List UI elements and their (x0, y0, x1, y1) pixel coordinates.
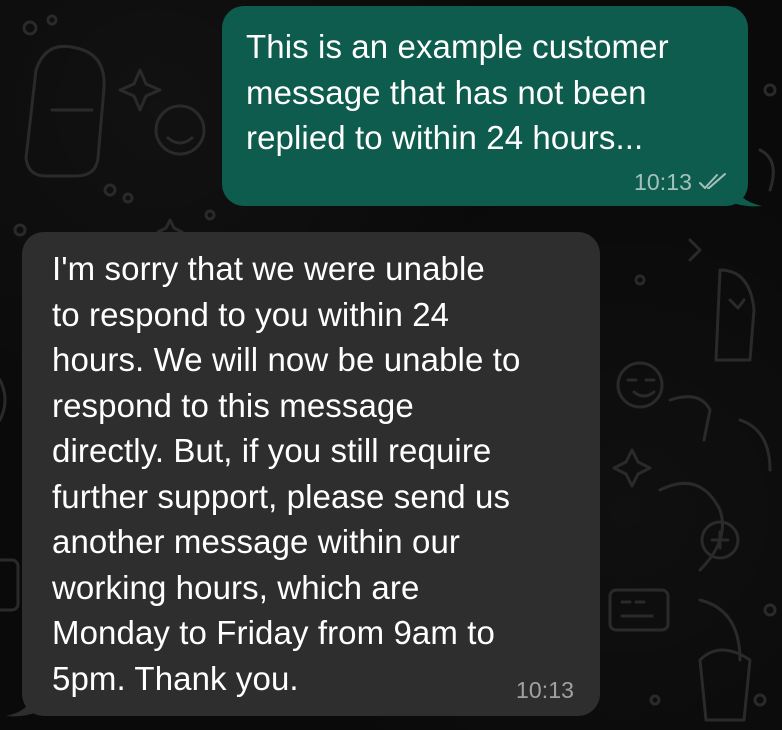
incoming-message-bubble[interactable]: I'm sorry that we were unable to respond… (22, 232, 600, 716)
outgoing-message-time: 10:13 (633, 169, 692, 195)
outgoing-message-text: This is an example customer message that… (246, 28, 669, 156)
outgoing-message-bubble[interactable]: This is an example customer message that… (222, 6, 748, 206)
outgoing-message-meta: 10:13 (634, 168, 728, 196)
incoming-message-time: 10:13 (515, 677, 574, 703)
incoming-message-text: I'm sorry that we were unable to respond… (52, 250, 521, 697)
double-check-icon (699, 173, 726, 189)
